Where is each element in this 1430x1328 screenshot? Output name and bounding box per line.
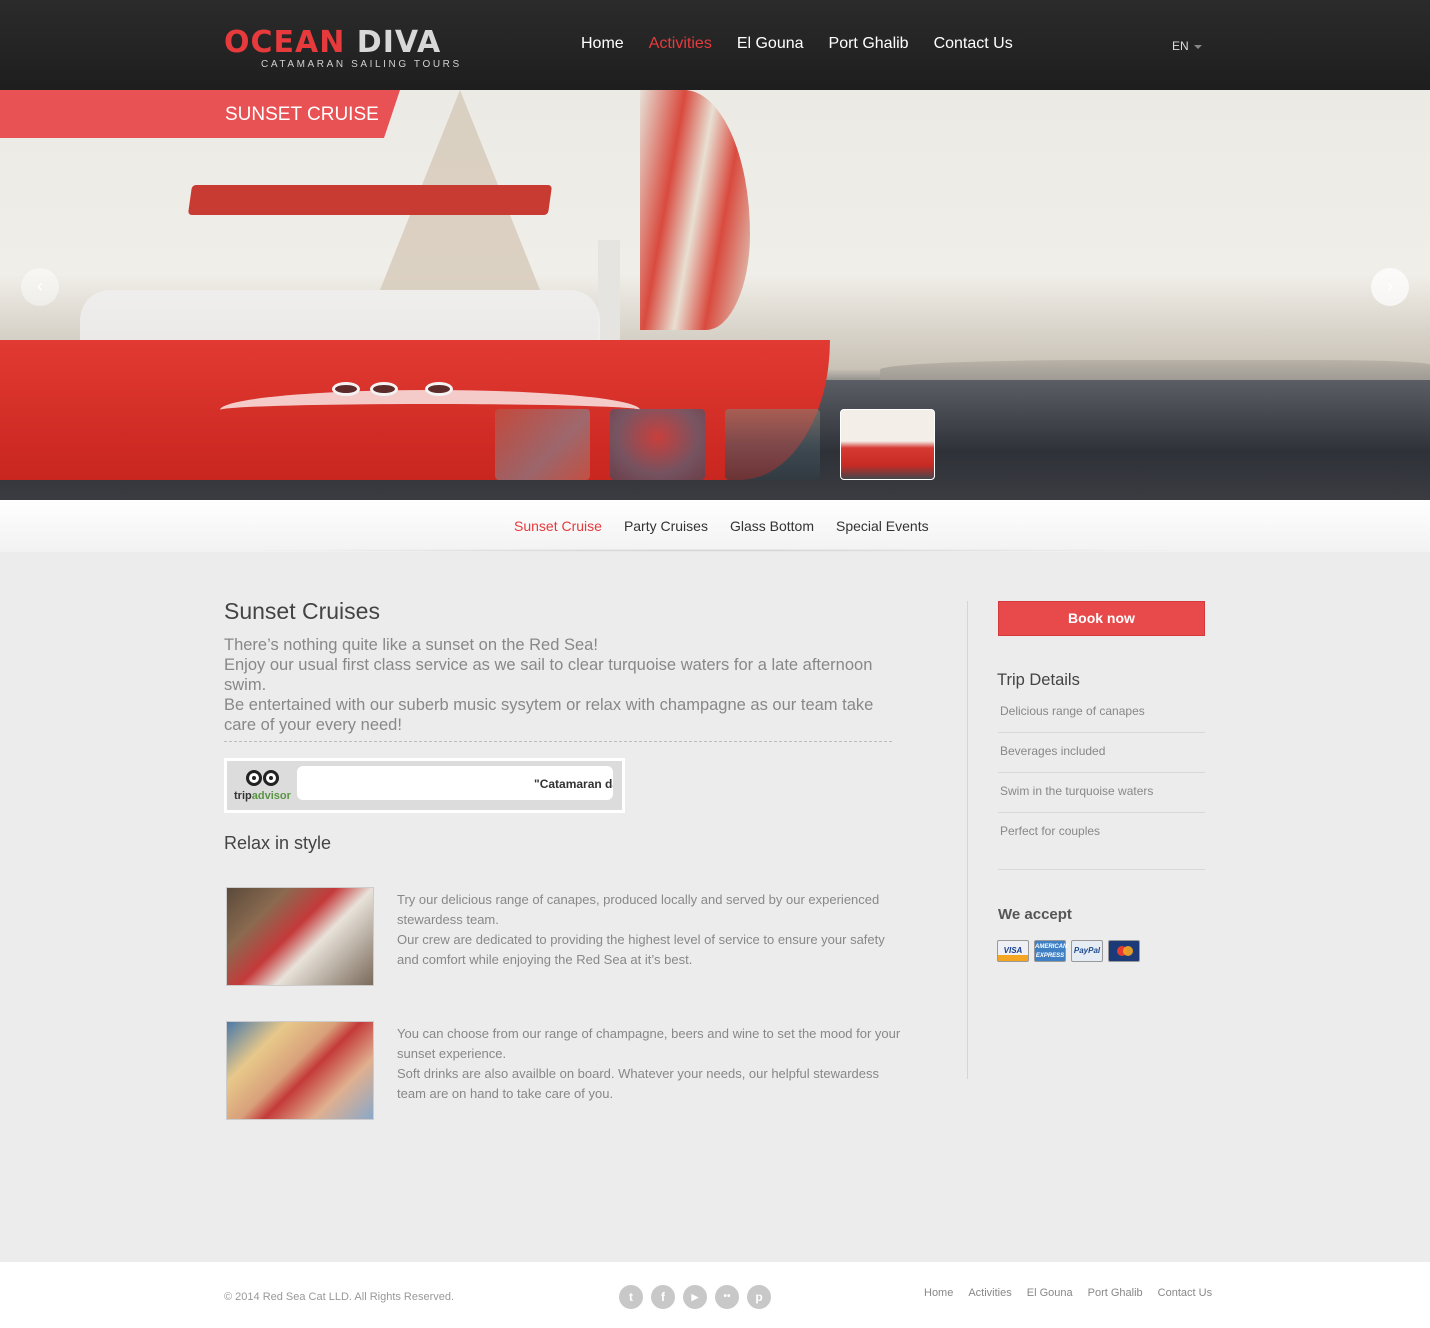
hero-spinnaker [640,90,750,330]
payment-methods: VISA AMERICAN EXPRESS PayPal [997,940,1140,962]
nav-item-home[interactable]: Home [581,35,624,53]
intro-text: There’s nothing quite like a sunset on t… [224,636,874,734]
feature-image-champagne [226,1021,374,1120]
footer-link-el-gouna[interactable]: El Gouna [1027,1287,1073,1299]
tripadvisor-widget[interactable]: tripadvisor "Catamaran da [224,758,625,813]
site-footer: © 2014 Red Sea Cat LLD. All Rights Reser… [0,1262,1430,1328]
slider-thumbnail[interactable] [610,409,705,480]
language-selector[interactable]: EN [1172,39,1202,53]
feature-text: Try our delicious range of canapes, prod… [397,892,885,967]
trip-detail-item: Swim in the turquoise waters [998,773,1205,813]
review-quote-text: "Catamaran da [534,777,613,791]
nav-item-el-gouna[interactable]: El Gouna [737,35,804,53]
book-now-button[interactable]: Book now [998,601,1205,636]
slider-thumbnails [495,409,935,480]
footer-link-port-ghalib[interactable]: Port Ghalib [1088,1287,1143,1299]
nav-item-contact-us[interactable]: Contact Us [934,35,1013,53]
facebook-icon[interactable]: f [651,1285,675,1309]
dashed-divider [224,741,892,742]
tripadvisor-wordmark: tripadvisor [234,790,291,802]
copyright-text: © 2014 Red Sea Cat LLD. All Rights Reser… [224,1291,455,1303]
social-links: t f ▶ •• p [619,1285,771,1309]
porthole [332,382,360,396]
footer-link-home[interactable]: Home [924,1287,953,1299]
section-subtitle: Relax in style [224,833,332,853]
trip-detail-item: Delicious range of canapes [998,693,1205,733]
trip-details-list: Delicious range of canapes Beverages inc… [998,693,1205,870]
slider-thumbnail[interactable] [495,409,590,480]
mastercard-icon [1108,940,1140,962]
tripadvisor-logo: tripadvisor [234,766,294,806]
slider-thumbnail-active[interactable] [840,409,935,480]
chevron-right-icon: › [1387,276,1393,296]
activity-subnav-items: Sunset Cruise Party Cruises Glass Bottom… [514,518,951,534]
subnav-item-special-events[interactable]: Special Events [836,518,929,534]
we-accept-title: We accept [998,906,1072,923]
logo-ocean-text: OCEAN [224,25,346,60]
logo[interactable]: OCEAN DIVA CATAMARAN SAILING TOURS [224,28,464,72]
main-content: Sunset Cruises There’s nothing quite lik… [224,598,904,854]
subnav-item-glass-bottom[interactable]: Glass Bottom [730,518,814,534]
slider-prev-button[interactable]: ‹ [21,268,59,306]
feature-image-canapes [226,887,374,986]
nav-item-port-ghalib[interactable]: Port Ghalib [829,35,909,53]
chevron-left-icon: ‹ [37,276,43,296]
flickr-icon[interactable]: •• [715,1285,739,1309]
feature-item: Try our delicious range of canapes, prod… [224,887,904,987]
footer-nav: Home Activities El Gouna Port Ghalib Con… [924,1287,1227,1299]
paypal-card-icon: PayPal [1071,940,1103,962]
twitter-icon[interactable]: t [619,1285,643,1309]
footer-link-contact-us[interactable]: Contact Us [1158,1287,1212,1299]
slider-next-button[interactable]: › [1371,268,1409,306]
feature-item: You can choose from our range of champag… [224,1021,904,1121]
subnav-item-party-cruises[interactable]: Party Cruises [624,518,708,534]
main-nav: Home Activities El Gouna Port Ghalib Con… [581,35,1038,53]
site-header: OCEAN DIVA CATAMARAN SAILING TOURS Home … [0,0,1430,90]
porthole [370,382,398,396]
slider-thumbnail[interactable] [725,409,820,480]
subnav-item-sunset-cruise[interactable]: Sunset Cruise [514,518,602,534]
porthole [425,382,453,396]
sidebar-divider [967,601,968,1079]
footer-link-activities[interactable]: Activities [968,1287,1011,1299]
trip-detail-item: Perfect for couples [998,813,1205,870]
hero-canopy [187,185,553,215]
pinterest-icon[interactable]: p [747,1285,771,1309]
caret-down-icon [1193,44,1202,49]
page-title: Sunset Cruises [224,598,380,624]
amex-card-icon: AMERICAN EXPRESS [1034,940,1067,962]
feature-text: You can choose from our range of champag… [397,1026,901,1101]
hero-slider: SUNSET CRUISE ‹ › [0,90,1430,500]
nav-item-activities[interactable]: Activities [649,35,712,53]
trip-detail-item: Beverages included [998,733,1205,773]
tripadvisor-owl-icon [246,769,280,787]
visa-card-icon: VISA [997,940,1029,962]
page-badge-title: SUNSET CRUISE [225,104,379,125]
language-label: EN [1172,39,1189,53]
logo-diva-text: DIVA [356,25,442,60]
logo-tagline: CATAMARAN SAILING TOURS [261,59,462,70]
logo-wordmark: OCEAN DIVA [224,28,464,58]
trip-details-title: Trip Details [997,671,1080,689]
tripadvisor-review-ticker[interactable]: "Catamaran da [297,766,613,800]
subnav-divider [224,549,1206,552]
youtube-icon[interactable]: ▶ [683,1285,707,1309]
